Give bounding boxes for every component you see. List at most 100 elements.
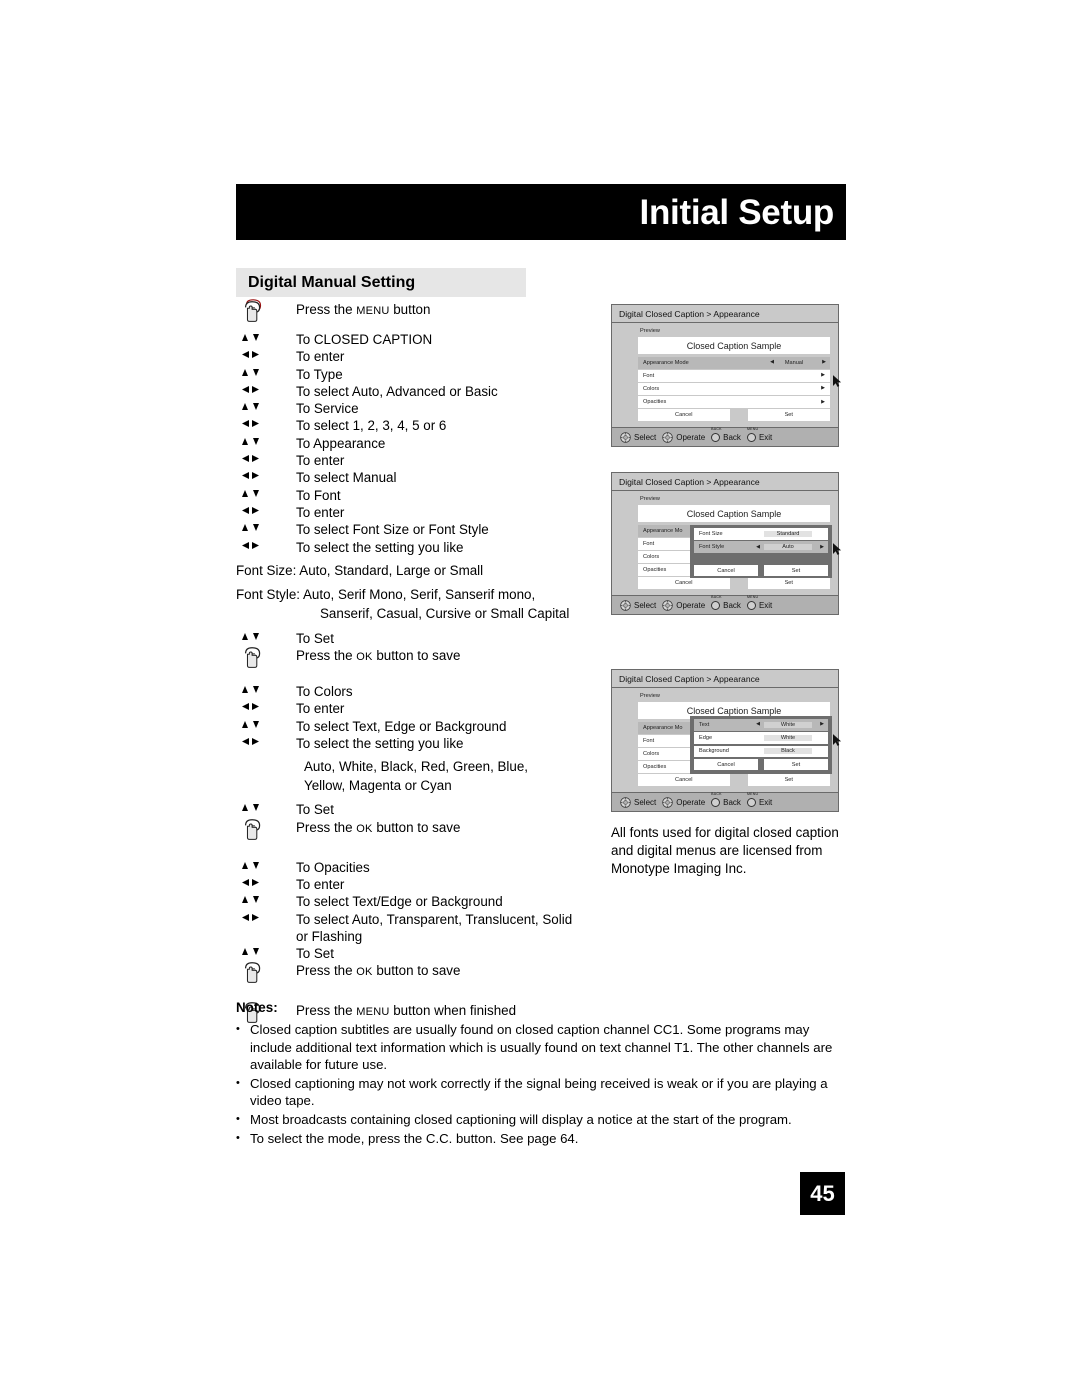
left-arrow-icon[interactable]: ◀ (756, 544, 760, 550)
step-row: Press the MENU button (236, 299, 598, 331)
step-row: To Service (236, 400, 598, 417)
set-button[interactable]: Set (747, 577, 831, 589)
left-right-arrows-icon (236, 876, 296, 889)
step-row: To Type (236, 366, 598, 383)
step-label: Press the OK button to save (296, 647, 461, 663)
row-label: Colors (643, 553, 660, 560)
footer-operate[interactable]: Operate (662, 599, 706, 611)
button-gap (730, 774, 748, 786)
footer-label: Back (723, 432, 741, 442)
osd-body: Preview Closed Caption Sample Appearance… (612, 323, 842, 427)
up-down-arrows-icon (236, 331, 296, 344)
footer-select[interactable]: Select (620, 796, 656, 808)
submenu-row-text[interactable]: Text ◀ White ▶ (694, 719, 828, 731)
footer-label: Back (723, 797, 741, 807)
step-row: To Set (236, 945, 598, 962)
cancel-button[interactable]: Cancel (638, 577, 730, 589)
cancel-button[interactable]: Cancel (694, 564, 758, 577)
cancel-button[interactable]: Cancel (694, 758, 758, 771)
step-label: To enter (296, 349, 345, 365)
chevron-right-icon[interactable]: ▶ (821, 386, 825, 391)
step-row: To Set (236, 630, 598, 647)
chevron-right-icon[interactable]: ▶ (821, 373, 825, 378)
step-row: To enter (236, 876, 598, 893)
step-row: To Colors (236, 683, 598, 700)
step-label: To CLOSED CAPTION (296, 332, 433, 347)
footer-back[interactable]: BACK Back (711, 427, 741, 442)
row-label: Font (643, 540, 655, 547)
left-right-arrows-icon (236, 383, 296, 396)
dpad-icon (662, 431, 673, 443)
left-right-arrows-icon (236, 735, 296, 748)
right-arrow-icon[interactable]: ▶ (820, 722, 824, 727)
right-arrow-icon[interactable]: ▶ (822, 360, 826, 365)
step-row: To Set (236, 801, 598, 818)
row-label: Colors (643, 750, 660, 757)
colors-submenu-overlay: Text ◀ White ▶ Edge White Background Bla… (690, 716, 832, 774)
osd-row-colors[interactable]: Colors ▶ (638, 383, 830, 395)
mouse-cursor-icon (833, 375, 842, 387)
footer-operate[interactable]: Operate (662, 431, 706, 443)
bullet-icon: • (236, 1023, 240, 1035)
set-button[interactable]: Set (764, 564, 828, 577)
right-arrow-icon[interactable]: ▶ (820, 544, 824, 550)
step-row: To select Manual (236, 469, 598, 486)
footer-exit[interactable]: MENU Exit (746, 595, 772, 610)
step-row: To enter (236, 700, 598, 717)
osd-row-font[interactable]: Font ▶ (638, 370, 830, 382)
submenu-button-row: Cancel Set (694, 564, 828, 577)
footer-exit[interactable]: MENU Exit (746, 792, 772, 807)
footer-select[interactable]: Select (620, 599, 656, 611)
footer-select[interactable]: Select (620, 431, 656, 443)
step-row: Press the OK button to save (236, 647, 598, 677)
footer-operate[interactable]: Operate (662, 796, 705, 808)
step-row: To CLOSED CAPTION (236, 331, 598, 348)
row-label: Edge (699, 735, 713, 742)
osd-button-row: Cancel Set (638, 577, 831, 589)
footer-back[interactable]: BACK Back (711, 595, 741, 610)
font-style-options-line2: Sanserif, Casual, Cursive or Small Capit… (320, 606, 570, 622)
step-row: To select Font Size or Font Style (236, 521, 598, 538)
cancel-button[interactable]: Cancel (638, 774, 730, 786)
footer-label: Operate (676, 600, 706, 610)
chevron-right-icon[interactable]: ▶ (821, 399, 825, 405)
circle-button-icon (711, 797, 721, 807)
step-label: To Appearance (296, 435, 386, 451)
step-label: Press the OK button to save (296, 963, 461, 979)
step-label: To Service (296, 401, 359, 417)
up-down-arrows-icon (236, 718, 296, 731)
submenu-row-edge[interactable]: Edge White (694, 732, 828, 744)
step-label: Press the OK button to save (296, 819, 461, 835)
row-value: Auto (764, 544, 812, 551)
submenu-row-background[interactable]: Background Black (694, 745, 828, 758)
step-label: To select Manual (296, 470, 397, 486)
set-button[interactable]: Set (764, 758, 828, 771)
osd-row-appearance-mode[interactable]: Appearance Mode ◀ Manual ▶ (638, 357, 830, 369)
bullet-icon: • (236, 1131, 240, 1144)
color-options-line1: Auto, White, Black, Red, Green, Blue, (304, 759, 529, 775)
note-text: Most broadcasts containing closed captio… (250, 1111, 792, 1127)
set-button[interactable]: Set (747, 774, 831, 786)
footer-exit[interactable]: MENU Exit (746, 427, 772, 442)
submenu-row-font-style[interactable]: Font Style ◀ Auto ▶ (694, 541, 828, 553)
note-item: • To select the mode, press the C.C. but… (236, 1130, 848, 1148)
step-label: To select Text/Edge or Background (296, 894, 503, 910)
page-title: Initial Setup (639, 192, 835, 232)
left-arrow-icon[interactable]: ◀ (756, 722, 760, 727)
step-label: To Type (296, 366, 343, 382)
set-button[interactable]: Set (747, 409, 831, 421)
footer-back[interactable]: BACK Back (711, 792, 741, 807)
note-text: Closed captioning may not work correctly… (250, 1075, 828, 1109)
step-label: To enter (296, 453, 345, 469)
hand-press-button-icon (236, 962, 296, 987)
cancel-button[interactable]: Cancel (638, 409, 730, 421)
row-label: Font Style (699, 544, 725, 551)
submenu-row-font-size[interactable]: Font Size Standard (694, 528, 828, 540)
footer-label: Operate (676, 432, 706, 442)
osd-row-opacities[interactable]: Opacities ▶ (638, 396, 830, 408)
left-right-arrows-icon (236, 469, 296, 482)
up-down-arrows-icon (236, 435, 296, 448)
step-label: To Set (296, 946, 334, 962)
preview-label: Preview (640, 693, 660, 699)
back-button-caption: BACK (711, 594, 722, 599)
